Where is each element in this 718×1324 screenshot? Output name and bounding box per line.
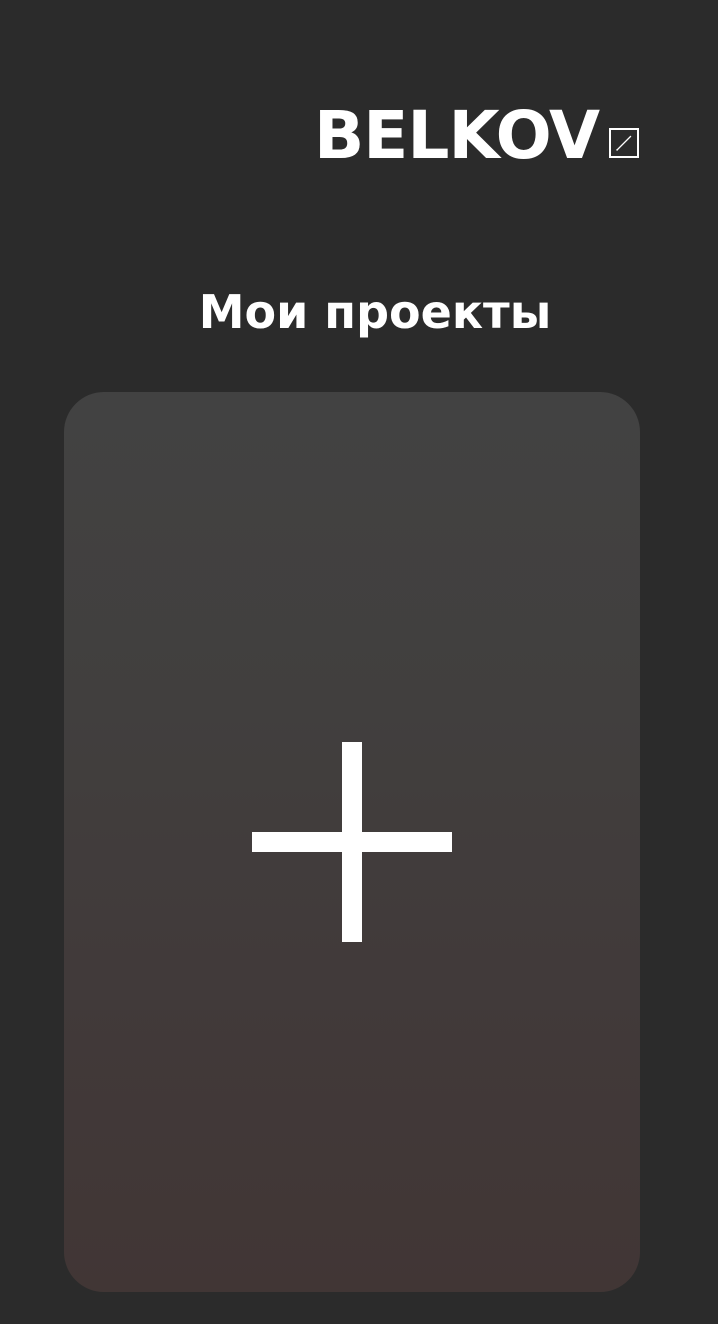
logo[interactable]: BELKOV <box>314 96 640 176</box>
edit-square-icon[interactable] <box>609 128 640 158</box>
plus-vertical-bar <box>342 742 362 942</box>
plus-icon <box>252 742 452 942</box>
site-header: BELKOV <box>0 0 718 200</box>
page-title: Мои проекты <box>198 285 552 339</box>
logo-text: BELKOV <box>314 97 600 174</box>
add-project-card[interactable] <box>64 392 640 1292</box>
